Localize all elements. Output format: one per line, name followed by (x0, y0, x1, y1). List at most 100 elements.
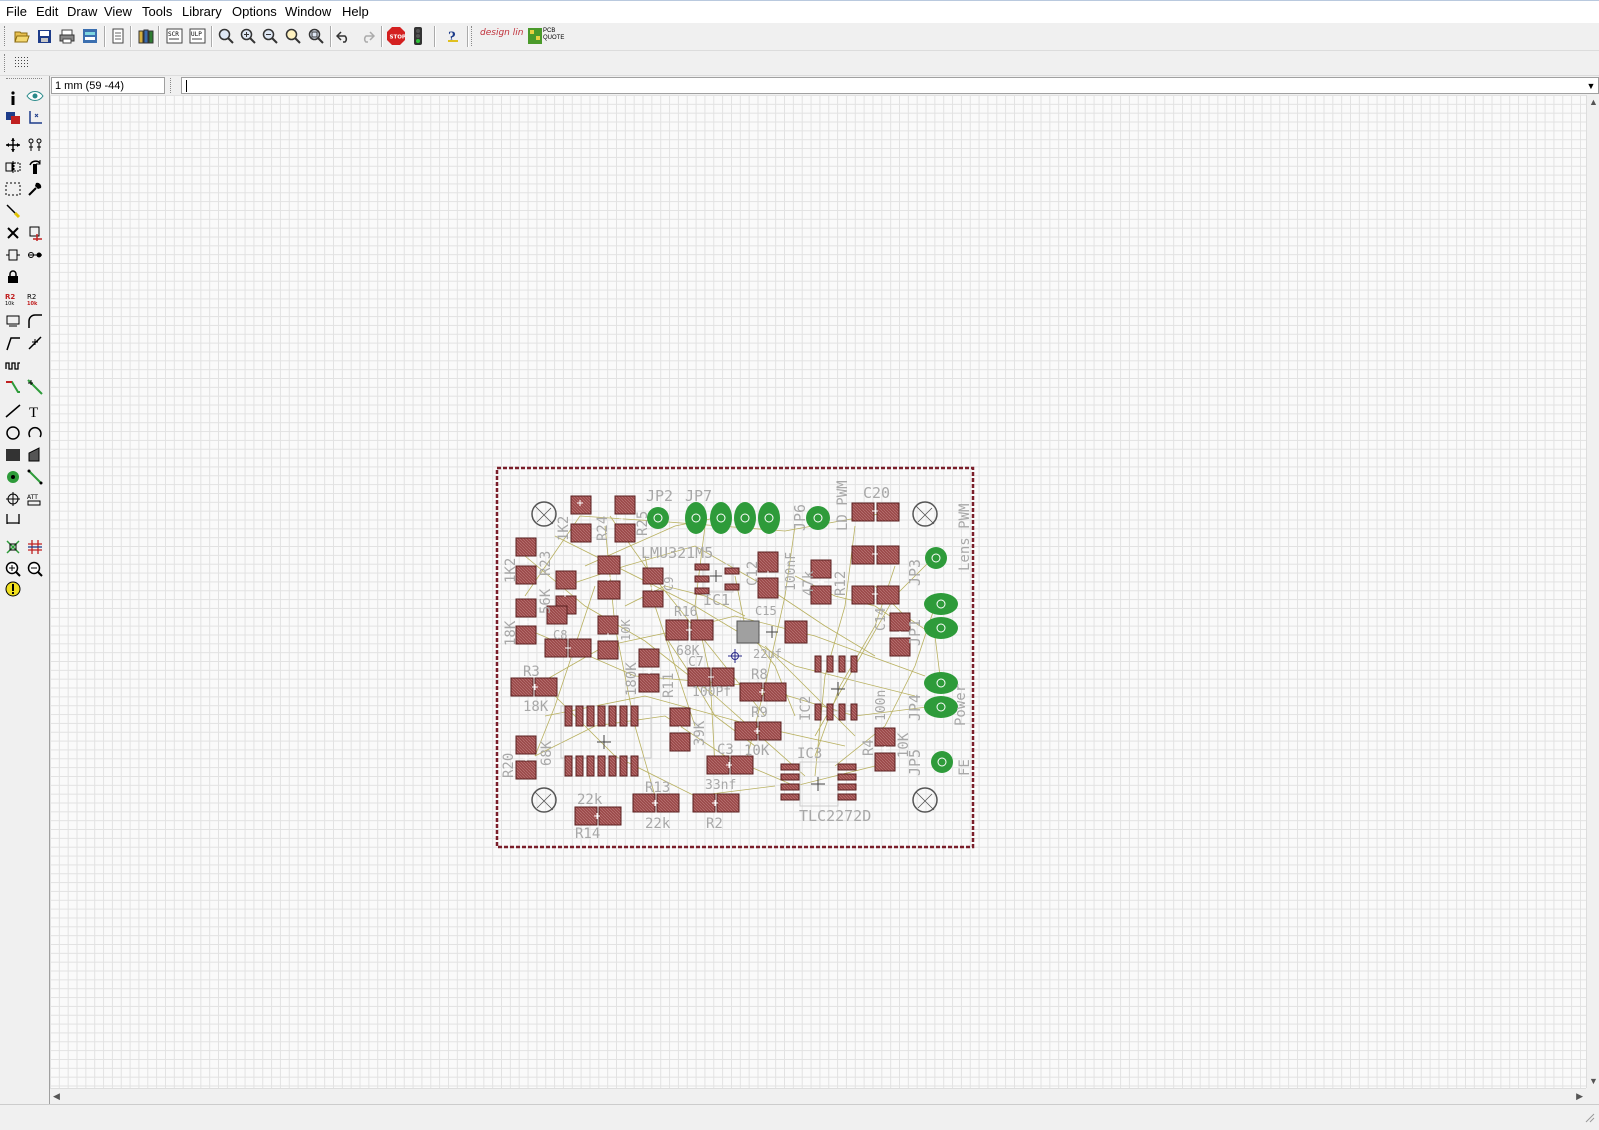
meander-icon[interactable] (3, 355, 23, 375)
go-icon[interactable] (408, 26, 428, 46)
pcb-quote-button[interactable]: PCB QUOTE (528, 27, 570, 45)
smash-icon[interactable] (3, 311, 23, 331)
zoom-redraw-icon[interactable] (283, 26, 303, 46)
replace-icon[interactable] (3, 245, 23, 265)
add-icon[interactable] (25, 223, 45, 243)
wire-icon[interactable] (3, 401, 23, 421)
label-v-10kb: 10K (896, 732, 912, 758)
ripup-icon[interactable] (25, 377, 45, 397)
menu-edit[interactable]: Edit (36, 4, 58, 20)
menu-bar: File Edit Draw View Tools Library Option… (0, 0, 1599, 23)
label-r3: R3 (523, 664, 540, 680)
copy-icon[interactable] (25, 135, 45, 155)
scroll-up-icon[interactable]: ▲ (1589, 97, 1598, 107)
label-c3: C3 (717, 742, 734, 758)
palette-grip[interactable] (6, 78, 42, 79)
ic-soic-left (560, 705, 652, 777)
move-icon[interactable] (3, 135, 23, 155)
drc-icon[interactable] (3, 559, 23, 579)
mirror-icon[interactable] (3, 157, 23, 177)
errors-icon[interactable] (25, 559, 45, 579)
show-eye-icon[interactable] (25, 86, 45, 106)
circle-icon[interactable] (3, 423, 23, 443)
ulp-icon[interactable]: ULP (188, 26, 208, 46)
dimension-icon[interactable] (3, 509, 23, 529)
pcb-board[interactable]: JP2 JP7 C20 LMU321M5 IC1 R16 68K C15 22u… (495, 466, 975, 849)
menu-library[interactable]: Library (182, 4, 222, 20)
label-r4: R4 (861, 739, 877, 756)
via-icon[interactable] (3, 467, 23, 487)
open-icon[interactable] (12, 26, 32, 46)
warning-icon[interactable] (3, 579, 23, 599)
save-icon[interactable] (34, 26, 54, 46)
change-icon[interactable] (25, 179, 45, 199)
undo-icon[interactable] (334, 26, 354, 46)
delete-icon[interactable] (3, 223, 23, 243)
menu-tools[interactable]: Tools (142, 4, 172, 20)
label-r25: R25 (635, 511, 651, 536)
label-r9: R9 (751, 705, 768, 721)
toolbar-grip[interactable] (471, 26, 475, 46)
toolbar-grip[interactable] (4, 26, 8, 46)
polygon-icon[interactable] (25, 445, 45, 465)
paste-icon[interactable] (3, 201, 23, 221)
menu-file[interactable]: File (6, 4, 27, 20)
stop-icon[interactable]: STOP (386, 26, 406, 46)
mark-icon[interactable] (25, 108, 45, 128)
miter-icon[interactable] (25, 311, 45, 331)
lock-icon-a[interactable] (25, 245, 45, 265)
zoom-select-icon[interactable] (306, 26, 326, 46)
label-v-100nf: 100nF (784, 552, 799, 591)
attribute-icon[interactable]: ATT (25, 489, 45, 509)
signal-icon[interactable] (25, 467, 45, 487)
autorouter-icon[interactable] (25, 537, 45, 557)
route-icon[interactable] (3, 377, 23, 397)
label-v-1k2b: 1K2 (556, 516, 572, 541)
svg-text:ATT: ATT (27, 494, 38, 501)
label-jp3: JP3 (906, 559, 924, 586)
command-line-input[interactable]: ▼ (181, 77, 1599, 94)
help-icon[interactable]: ? (443, 26, 463, 46)
label-r2: R2 (706, 816, 723, 832)
group-icon[interactable] (3, 179, 23, 199)
info-icon[interactable] (3, 88, 23, 108)
designlink-button[interactable]: design link (479, 26, 529, 46)
cam-processor-icon[interactable] (80, 26, 100, 46)
optimize-icon[interactable] (25, 333, 45, 353)
rotate-icon[interactable] (25, 157, 45, 177)
scroll-right-icon[interactable]: ▶ (1576, 1091, 1583, 1102)
scroll-left-icon[interactable]: ◀ (53, 1091, 60, 1102)
print-icon[interactable] (57, 26, 77, 46)
zoom-to-fit-icon[interactable] (216, 26, 236, 46)
lock-icon[interactable] (3, 267, 23, 287)
library-icon[interactable] (136, 26, 156, 46)
scroll-down-icon[interactable]: ▼ (1589, 1076, 1598, 1086)
switch-to-schematic-icon[interactable] (108, 26, 128, 46)
hole-icon[interactable] (3, 489, 23, 509)
vertical-scrollbar[interactable]: ▲ ▼ (1586, 95, 1599, 1088)
menu-draw[interactable]: Draw (67, 4, 97, 20)
text-icon[interactable]: T (25, 401, 45, 421)
grid-icon[interactable] (12, 53, 32, 73)
display-layers-icon[interactable] (3, 108, 23, 128)
name-icon[interactable]: R2 10k (3, 289, 23, 309)
zoom-out-icon[interactable] (260, 26, 280, 46)
redo-icon[interactable] (357, 26, 377, 46)
toolbar-grip[interactable] (4, 54, 8, 72)
rectangle-icon[interactable] (3, 445, 23, 465)
arc-icon[interactable] (25, 423, 45, 443)
menu-options[interactable]: Options (232, 4, 277, 20)
menu-help[interactable]: Help (342, 4, 369, 20)
svg-text:10k: 10k (5, 301, 14, 306)
menu-window[interactable]: Window (285, 4, 331, 20)
svg-text:?: ? (448, 29, 456, 45)
value-icon[interactable]: R2 10k (25, 289, 45, 309)
script-icon[interactable]: SCR (165, 26, 185, 46)
split-icon[interactable] (3, 333, 23, 353)
command-history-dropdown[interactable]: ▼ (1584, 78, 1598, 93)
ratsnest-icon[interactable] (3, 537, 23, 557)
menu-view[interactable]: View (104, 4, 132, 20)
zoom-in-icon[interactable] (238, 26, 258, 46)
horizontal-scrollbar[interactable]: ◀ ▶ (50, 1088, 1586, 1105)
resize-grip-icon[interactable] (1583, 1111, 1595, 1123)
